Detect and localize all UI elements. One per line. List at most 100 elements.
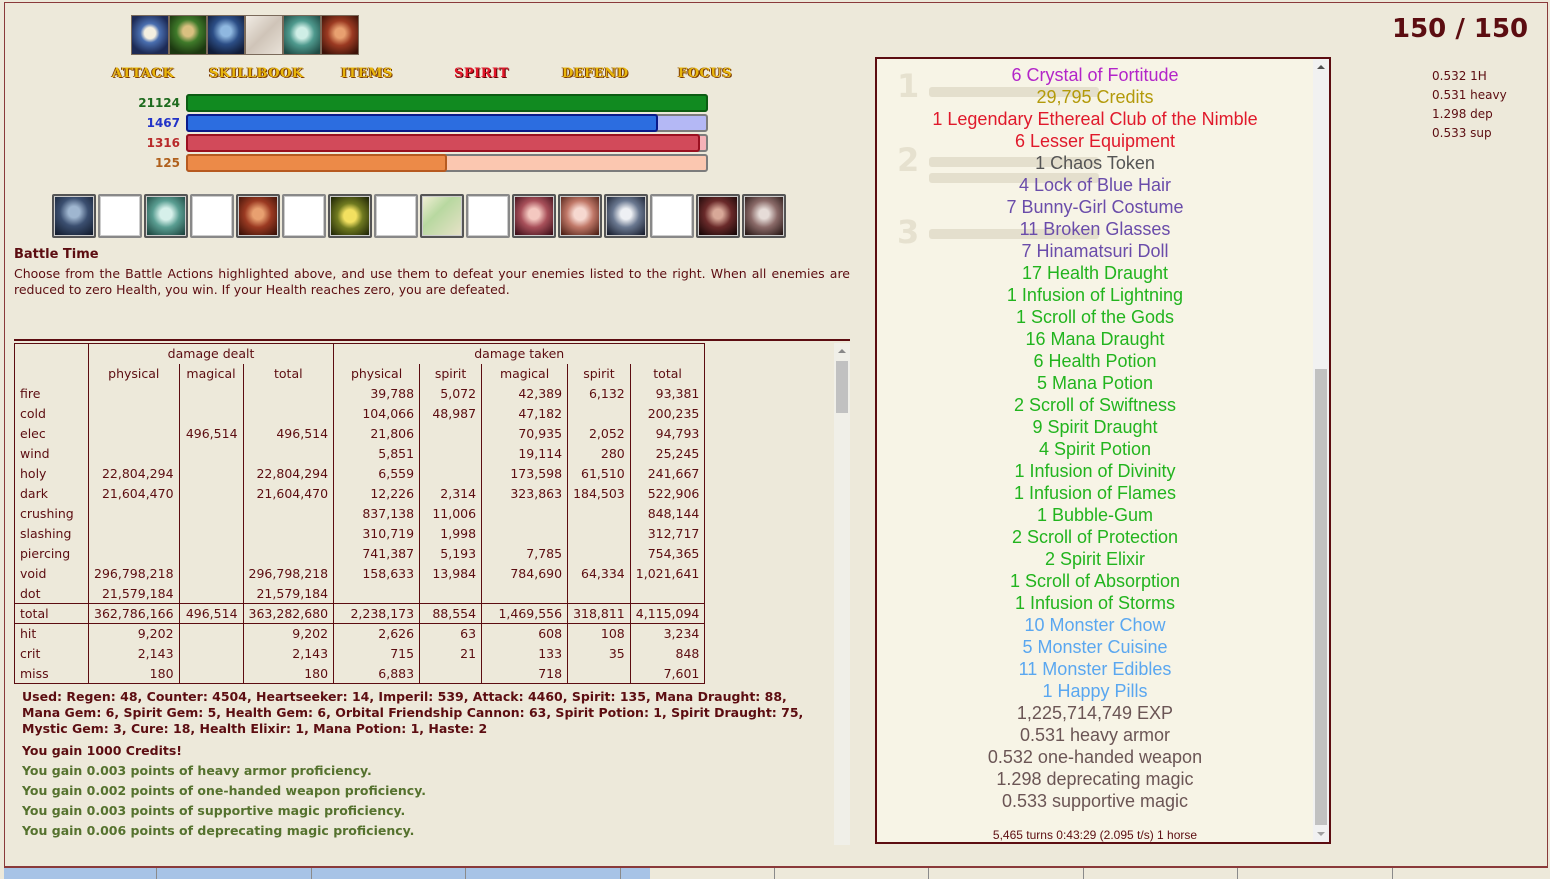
drop-item: 0.533 supportive magic bbox=[1001, 791, 1189, 811]
table-cell bbox=[178, 503, 244, 524]
hero-portrait-3[interactable] bbox=[207, 15, 245, 55]
table-cell bbox=[88, 383, 180, 404]
battle-stats-panel[interactable]: damage dealt damage taken physical magica… bbox=[14, 343, 850, 845]
table-cell: 200,235 bbox=[629, 403, 705, 424]
battle-log: Used: Regen: 48, Counter: 4504, Heartsee… bbox=[22, 689, 812, 841]
proficiency-gain-onehanded: You gain 0.002 points of one-handed weap… bbox=[22, 783, 426, 798]
drop-item: 6 Lesser Equipment bbox=[1014, 131, 1176, 151]
table-cell: 2,314 bbox=[419, 483, 482, 504]
table-cell bbox=[178, 443, 244, 464]
battle-description: Choose from the Battle Actions highlight… bbox=[14, 266, 850, 297]
table-cell: 12,226 bbox=[333, 483, 420, 504]
scroll-down-arrow-icon[interactable] bbox=[1317, 832, 1325, 836]
table-row: dark 21,604,470 21,604,470 12,226 2,314 323,8… bbox=[14, 483, 705, 504]
berserk-icon[interactable] bbox=[52, 194, 96, 238]
haste-icon[interactable] bbox=[328, 194, 372, 238]
drop-item: 1 Happy Pills bbox=[1042, 681, 1148, 701]
spirit-button[interactable]: SPIRIT bbox=[454, 66, 509, 81]
row-label: total bbox=[14, 603, 89, 624]
hero-portrait-4[interactable] bbox=[245, 15, 283, 55]
table-cell: 741,387 bbox=[333, 543, 420, 564]
overcharge-value: 125 bbox=[154, 156, 180, 170]
table-cell bbox=[88, 443, 180, 464]
table-row: cold 104,066 48,987 47,182 200,235 bbox=[14, 403, 705, 424]
channeling-icon[interactable] bbox=[696, 194, 740, 238]
absorb-icon[interactable] bbox=[558, 194, 602, 238]
spirit-shield-icon[interactable] bbox=[144, 194, 188, 238]
hero-portrait-2[interactable] bbox=[169, 15, 207, 55]
table-row: void 296,798,218 296,798,218 158,633 13,984 7… bbox=[14, 563, 705, 584]
table-cell: 63 bbox=[419, 623, 482, 644]
table-row: dot 21,579,184 21,579,184 bbox=[14, 583, 705, 604]
table-cell: 22,804,294 bbox=[242, 463, 334, 484]
hero-portrait-6[interactable] bbox=[321, 15, 359, 55]
hero-portrait-5[interactable] bbox=[283, 15, 321, 55]
attack-button[interactable]: ATTACK bbox=[112, 66, 174, 81]
table-cell: 104,066 bbox=[333, 403, 420, 424]
items-button[interactable]: ITEMS bbox=[341, 66, 393, 81]
table-cell: 2,143 bbox=[88, 643, 180, 664]
shadow-veil-icon[interactable] bbox=[742, 194, 786, 238]
scroll-up-arrow-icon[interactable] bbox=[838, 349, 846, 353]
column-header: spirit bbox=[419, 363, 482, 384]
table-cell bbox=[178, 543, 244, 564]
table-cell bbox=[567, 403, 631, 424]
spirit-value: 1316 bbox=[146, 136, 180, 150]
row-label: crit bbox=[14, 643, 89, 664]
table-cell: 94,793 bbox=[629, 423, 705, 444]
heartseeker-icon[interactable] bbox=[512, 194, 556, 238]
table-row: fire 39,788 5,072 42,389 6,132 93,381 bbox=[14, 383, 705, 404]
table-cell bbox=[333, 583, 420, 604]
table-cell bbox=[178, 463, 244, 484]
table-cell: 158,633 bbox=[333, 563, 420, 584]
skillbook-button[interactable]: SKILLBOOK bbox=[209, 66, 304, 81]
regen-icon[interactable] bbox=[420, 194, 464, 238]
drop-item: 1 Infusion of Divinity bbox=[1014, 461, 1176, 481]
table-cell bbox=[242, 443, 334, 464]
column-header: magical bbox=[481, 363, 568, 384]
drop-item: 9 Spirit Draught bbox=[1032, 417, 1158, 437]
table-cell bbox=[242, 403, 334, 424]
table-cell bbox=[178, 383, 244, 404]
protection-icon[interactable] bbox=[236, 194, 280, 238]
spark-of-life-icon[interactable] bbox=[604, 194, 648, 238]
table-cell: 715 bbox=[333, 643, 420, 664]
table-cell: 362,786,166 bbox=[88, 603, 180, 624]
drop-item: 1 Bubble-Gum bbox=[1036, 505, 1154, 525]
table-cell: 35 bbox=[567, 643, 631, 664]
divider bbox=[14, 339, 850, 341]
overcharge-fill bbox=[186, 154, 447, 172]
damage-dealt-header: damage dealt bbox=[87, 343, 334, 364]
table-cell bbox=[419, 463, 482, 484]
table-cell: 848,144 bbox=[629, 503, 705, 524]
defend-button[interactable]: DEFEND bbox=[562, 66, 628, 81]
table-cell: 522,906 bbox=[629, 483, 705, 504]
table-cell: 5,193 bbox=[419, 543, 482, 564]
loot-scrollbar[interactable] bbox=[1313, 59, 1329, 842]
scrollbar-thumb[interactable] bbox=[1315, 369, 1327, 825]
drop-item: 6 Crystal of Fortitude bbox=[1011, 65, 1179, 85]
drop-item: 2 Scroll of Protection bbox=[1011, 527, 1179, 547]
table-cell: 784,690 bbox=[481, 563, 568, 584]
loot-panel[interactable]: 1 2 3 6 Crystal of Fortitude 29,795 Credi… bbox=[875, 57, 1331, 844]
table-cell: 241,667 bbox=[629, 463, 705, 484]
table-row: elec 496,514 496,514 21,806 70,935 2,052 94,79… bbox=[14, 423, 705, 444]
table-cell bbox=[242, 503, 334, 524]
table-cell: 88,554 bbox=[419, 603, 482, 624]
progress-tick bbox=[4, 868, 1393, 879]
health-bar: 21124 bbox=[112, 94, 712, 112]
health-value: 21124 bbox=[138, 96, 180, 110]
scrollbar-thumb[interactable] bbox=[836, 361, 848, 413]
party-portraits bbox=[131, 15, 359, 55]
table-cell bbox=[481, 523, 568, 544]
table-row: wind 5,851 19,114 280 25,245 bbox=[14, 443, 705, 464]
hero-portrait-1[interactable] bbox=[131, 15, 169, 55]
drop-item: 4 Spirit Potion bbox=[1038, 439, 1152, 459]
table-cell: 754,365 bbox=[629, 543, 705, 564]
scroll-up-arrow-icon[interactable] bbox=[1317, 65, 1325, 69]
stats-scrollbar[interactable] bbox=[834, 343, 850, 845]
column-header: spirit bbox=[567, 363, 631, 384]
focus-button[interactable]: FOCUS bbox=[678, 66, 732, 81]
drop-item: 4 Lock of Blue Hair bbox=[1018, 175, 1172, 195]
table-cell bbox=[178, 563, 244, 584]
